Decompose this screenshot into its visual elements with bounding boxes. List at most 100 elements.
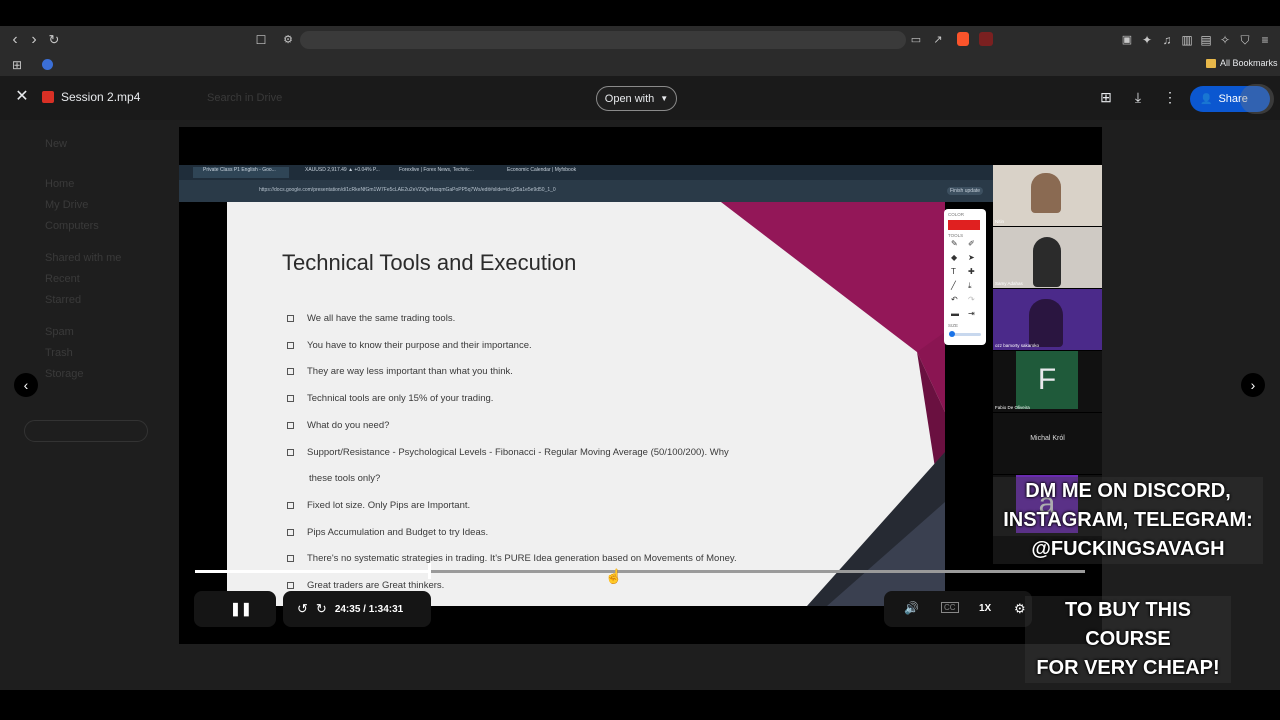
previous-file-button[interactable]: ‹ xyxy=(14,373,38,397)
video-tab: Forexlive | Forex News, Technic... xyxy=(399,167,474,173)
bookmark-favicon-icon[interactable] xyxy=(42,59,53,70)
play-controls: ❚❚ xyxy=(194,591,276,627)
ghost-mydrive: My Drive xyxy=(45,199,89,211)
rewards-icon[interactable] xyxy=(979,32,993,46)
extension-flag-icon[interactable]: ▣ xyxy=(1118,32,1136,48)
palette-color-swatch xyxy=(948,220,980,230)
ghost-storage-button xyxy=(24,420,148,442)
finish-update-label: Finish update xyxy=(947,187,984,195)
extensions-icon[interactable]: ✦ xyxy=(1138,32,1156,48)
account-avatar[interactable] xyxy=(1240,84,1274,114)
all-bookmarks-link[interactable]: All Bookmarks xyxy=(1220,58,1278,68)
media-icon[interactable]: ♫ xyxy=(1158,32,1176,48)
trash-icon: ▬ xyxy=(951,309,959,318)
palette-tools-label: TOOLS xyxy=(948,233,964,238)
annotation-palette: COLOR TOOLS ✎ ✐ ◆ ➤ T ✚ ╱ ⤓ ↶ ↷ ▬ ⇥ SIZE xyxy=(944,209,986,345)
open-with-button[interactable]: Open with ▼ xyxy=(596,86,677,111)
video-tab: Economic Calendar | Myfxbook xyxy=(507,167,577,173)
ghost-recent: Recent xyxy=(45,273,80,285)
bookmark-icon[interactable]: ☐ xyxy=(252,32,270,48)
sidebar-icon[interactable]: ▥ xyxy=(1178,32,1196,48)
duration: 1:34:31 xyxy=(368,603,404,615)
promo-line: @FUCKINGSAVAGH xyxy=(1031,538,1225,560)
promo-line: FOR VERY CHEAP! xyxy=(1036,657,1220,679)
ghost-spam: Spam xyxy=(45,326,74,338)
more-options-icon[interactable]: ⋮ xyxy=(1161,89,1179,105)
palette-color-label: COLOR xyxy=(948,212,965,217)
bullet-checkbox-icon xyxy=(287,314,294,322)
window-top-band xyxy=(0,0,1280,26)
pen-icon: ✎ xyxy=(951,239,958,248)
palette-size-label: SIZE xyxy=(948,323,959,328)
size-slider-knob xyxy=(949,331,955,337)
bullet-checkbox-icon xyxy=(287,421,294,429)
text-icon: T xyxy=(951,267,956,276)
pause-button[interactable]: ❚❚ xyxy=(230,601,252,617)
cast-icon[interactable]: ▭ xyxy=(907,32,925,48)
video-tab: XAUUSD 2,917.49 ▲ +0.04% P... xyxy=(305,167,380,173)
brave-shield-icon[interactable] xyxy=(957,32,969,46)
eraser-icon: ◆ xyxy=(951,253,958,262)
participant-tile: Michal Król xyxy=(993,413,1102,474)
folder-icon xyxy=(1206,59,1216,68)
exit-icon: ⇥ xyxy=(968,309,975,318)
undo-icon: ↶ xyxy=(951,295,958,304)
progress-scrubber[interactable] xyxy=(428,563,431,579)
participant-tile: Nitin xyxy=(993,165,1102,226)
seek-controls: ↺ ↻ 24:35 / 1:34:31 xyxy=(283,591,431,627)
ghost-shared: Shared with me xyxy=(45,252,122,264)
slide-bullet: Support/Resistance - Psychological Level… xyxy=(287,447,729,458)
bookmarks-bar: ⊞ All Bookmarks xyxy=(0,54,1280,76)
apps-grid-icon[interactable]: ⊞ xyxy=(8,57,26,73)
site-info-icon[interactable]: ⚙ xyxy=(279,32,297,48)
share-page-icon[interactable]: ↗ xyxy=(929,32,947,48)
vpn-icon[interactable]: ⛉ xyxy=(1236,32,1254,48)
bullet-checkbox-icon xyxy=(287,501,294,509)
back-icon[interactable]: ‹ xyxy=(6,32,24,48)
bullet-checkbox-icon xyxy=(287,367,294,375)
chevron-right-icon: › xyxy=(1250,377,1256,393)
participant-tile: Samy Adahas xyxy=(993,227,1102,288)
pointer-icon: ➤ xyxy=(968,253,975,262)
mouse-cursor-icon: ☝ xyxy=(605,568,623,584)
close-viewer-icon[interactable]: ✕ xyxy=(13,89,31,105)
promo-line: INSTAGRAM, TELEGRAM: xyxy=(1003,509,1253,531)
slide-bullet: You have to know their purpose and their… xyxy=(287,340,532,351)
forward-10-icon[interactable]: ↻ xyxy=(316,601,327,617)
playback-speed-button[interactable]: 1X xyxy=(979,603,991,614)
video-address-bar: https://docs.google.com/presentation/d/1… xyxy=(179,180,994,202)
person-add-icon: 👤 xyxy=(1200,93,1213,105)
participant-name: Nitin xyxy=(995,219,1005,224)
promo-line: DM ME ON DISCORD, xyxy=(1025,480,1231,502)
add-comment-icon[interactable]: ⊞ xyxy=(1097,89,1115,105)
progress-fill xyxy=(195,570,430,573)
volume-icon[interactable]: 🔊 xyxy=(904,601,919,615)
address-bar[interactable] xyxy=(300,31,906,49)
open-with-label: Open with xyxy=(604,92,655,105)
line-icon: ╱ xyxy=(951,281,956,290)
slide-bullet: There's no systematic strategies in trad… xyxy=(287,553,737,564)
rewind-10-icon[interactable]: ↺ xyxy=(297,601,308,617)
video-player[interactable]: Private Class P1 English - Goo... XAUUSD… xyxy=(179,127,1102,644)
participant-silhouette xyxy=(1031,173,1061,213)
bullet-checkbox-icon xyxy=(287,394,294,402)
forward-icon[interactable]: › xyxy=(25,32,43,48)
leo-ai-icon[interactable]: ✧ xyxy=(1216,32,1234,48)
next-file-button[interactable]: › xyxy=(1241,373,1265,397)
slide-bullet: They are way less important than what yo… xyxy=(287,366,513,377)
participant-name: Michal Król xyxy=(1030,435,1065,442)
settings-gear-icon[interactable]: ⚙ xyxy=(1014,601,1026,617)
bullet-checkbox-icon xyxy=(287,554,294,562)
time-separator: / xyxy=(363,603,366,615)
wallet-icon[interactable]: ▤ xyxy=(1197,32,1215,48)
video-left-gutter xyxy=(179,202,227,606)
video-file-icon xyxy=(42,91,54,103)
save-icon: ⤓ xyxy=(968,281,972,290)
ghost-home: Home xyxy=(45,178,75,190)
participant-tile: F Fabio De Oliveira xyxy=(993,351,1102,412)
file-name: Session 2.mp4 xyxy=(61,90,141,104)
download-icon[interactable]: ⤓ xyxy=(1129,89,1147,105)
reload-icon[interactable]: ↻ xyxy=(45,32,63,48)
captions-icon[interactable]: CC xyxy=(941,602,959,613)
menu-icon[interactable]: ≡ xyxy=(1256,32,1274,48)
